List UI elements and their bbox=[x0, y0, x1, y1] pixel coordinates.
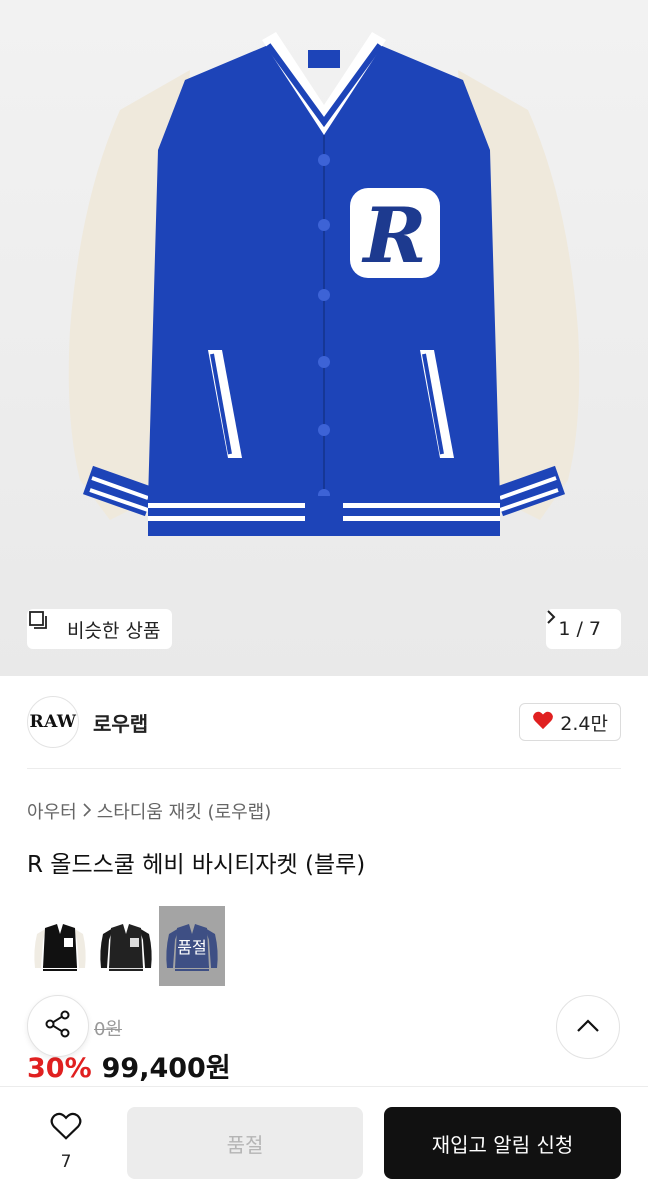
variant-thumb-blue[interactable]: 품절 bbox=[159, 906, 225, 986]
discount-rate: 30% bbox=[27, 1053, 92, 1084]
wishlist-button[interactable]: 7 bbox=[36, 1111, 96, 1172]
like-count: 2.4만 bbox=[560, 712, 608, 735]
sale-price: 99,400원 bbox=[101, 1053, 231, 1084]
breadcrumb-subcategory[interactable]: 스타디움 재킷 (로우랩) bbox=[97, 798, 272, 824]
restock-alert-button[interactable]: 재입고 알림 신청 bbox=[384, 1107, 621, 1179]
soldout-badge: 품절 bbox=[177, 938, 207, 957]
product-title: R 올드스쿨 헤비 바시티자켓 (블루) bbox=[27, 852, 366, 878]
chevron-right-icon bbox=[83, 801, 91, 822]
wishlist-count: 7 bbox=[60, 1152, 72, 1172]
heart-filled-icon bbox=[532, 710, 554, 735]
similar-items-label: 비슷한 상품 bbox=[67, 619, 161, 642]
product-image[interactable]: R 비슷한 상품 1 / 7 bbox=[0, 0, 648, 676]
breadcrumb-category[interactable]: 아우터 bbox=[27, 798, 77, 824]
pager-text: 1 / 7 bbox=[558, 618, 601, 640]
similar-items-icon bbox=[29, 611, 61, 640]
scroll-top-button[interactable] bbox=[556, 995, 620, 1059]
brand-logo[interactable]: RAW bbox=[27, 696, 79, 748]
brand-like-button[interactable]: 2.4만 bbox=[519, 703, 621, 741]
soldout-button: 품절 bbox=[127, 1107, 363, 1179]
image-pager[interactable]: 1 / 7 bbox=[546, 609, 621, 649]
varsity-jacket-image: R bbox=[68, 32, 580, 536]
heart-outline-icon bbox=[49, 1111, 83, 1146]
original-price: 0원 bbox=[94, 1019, 123, 1040]
chevron-up-icon bbox=[576, 1018, 600, 1037]
breadcrumb: 아우터 스타디움 재킷 (로우랩) bbox=[27, 798, 271, 824]
variant-thumb-black-white[interactable] bbox=[27, 906, 93, 986]
similar-items-button[interactable]: 비슷한 상품 bbox=[27, 609, 173, 649]
bottom-action-bar: 7 품절 재입고 알림 신청 bbox=[0, 1086, 648, 1200]
variant-thumb-black[interactable] bbox=[93, 906, 159, 986]
share-button[interactable] bbox=[27, 995, 89, 1057]
color-variants: 품절 bbox=[27, 906, 225, 986]
product-page: R 비슷한 상품 1 / 7 RAW 로우랩 2.4만 아우터 스타디움 재킷 … bbox=[0, 0, 648, 1200]
svg-text:R: R bbox=[361, 191, 426, 280]
divider bbox=[27, 768, 621, 769]
share-icon bbox=[43, 1009, 73, 1043]
brand-name[interactable]: 로우랩 bbox=[93, 708, 148, 737]
brand-row: RAW 로우랩 2.4만 bbox=[27, 696, 621, 748]
